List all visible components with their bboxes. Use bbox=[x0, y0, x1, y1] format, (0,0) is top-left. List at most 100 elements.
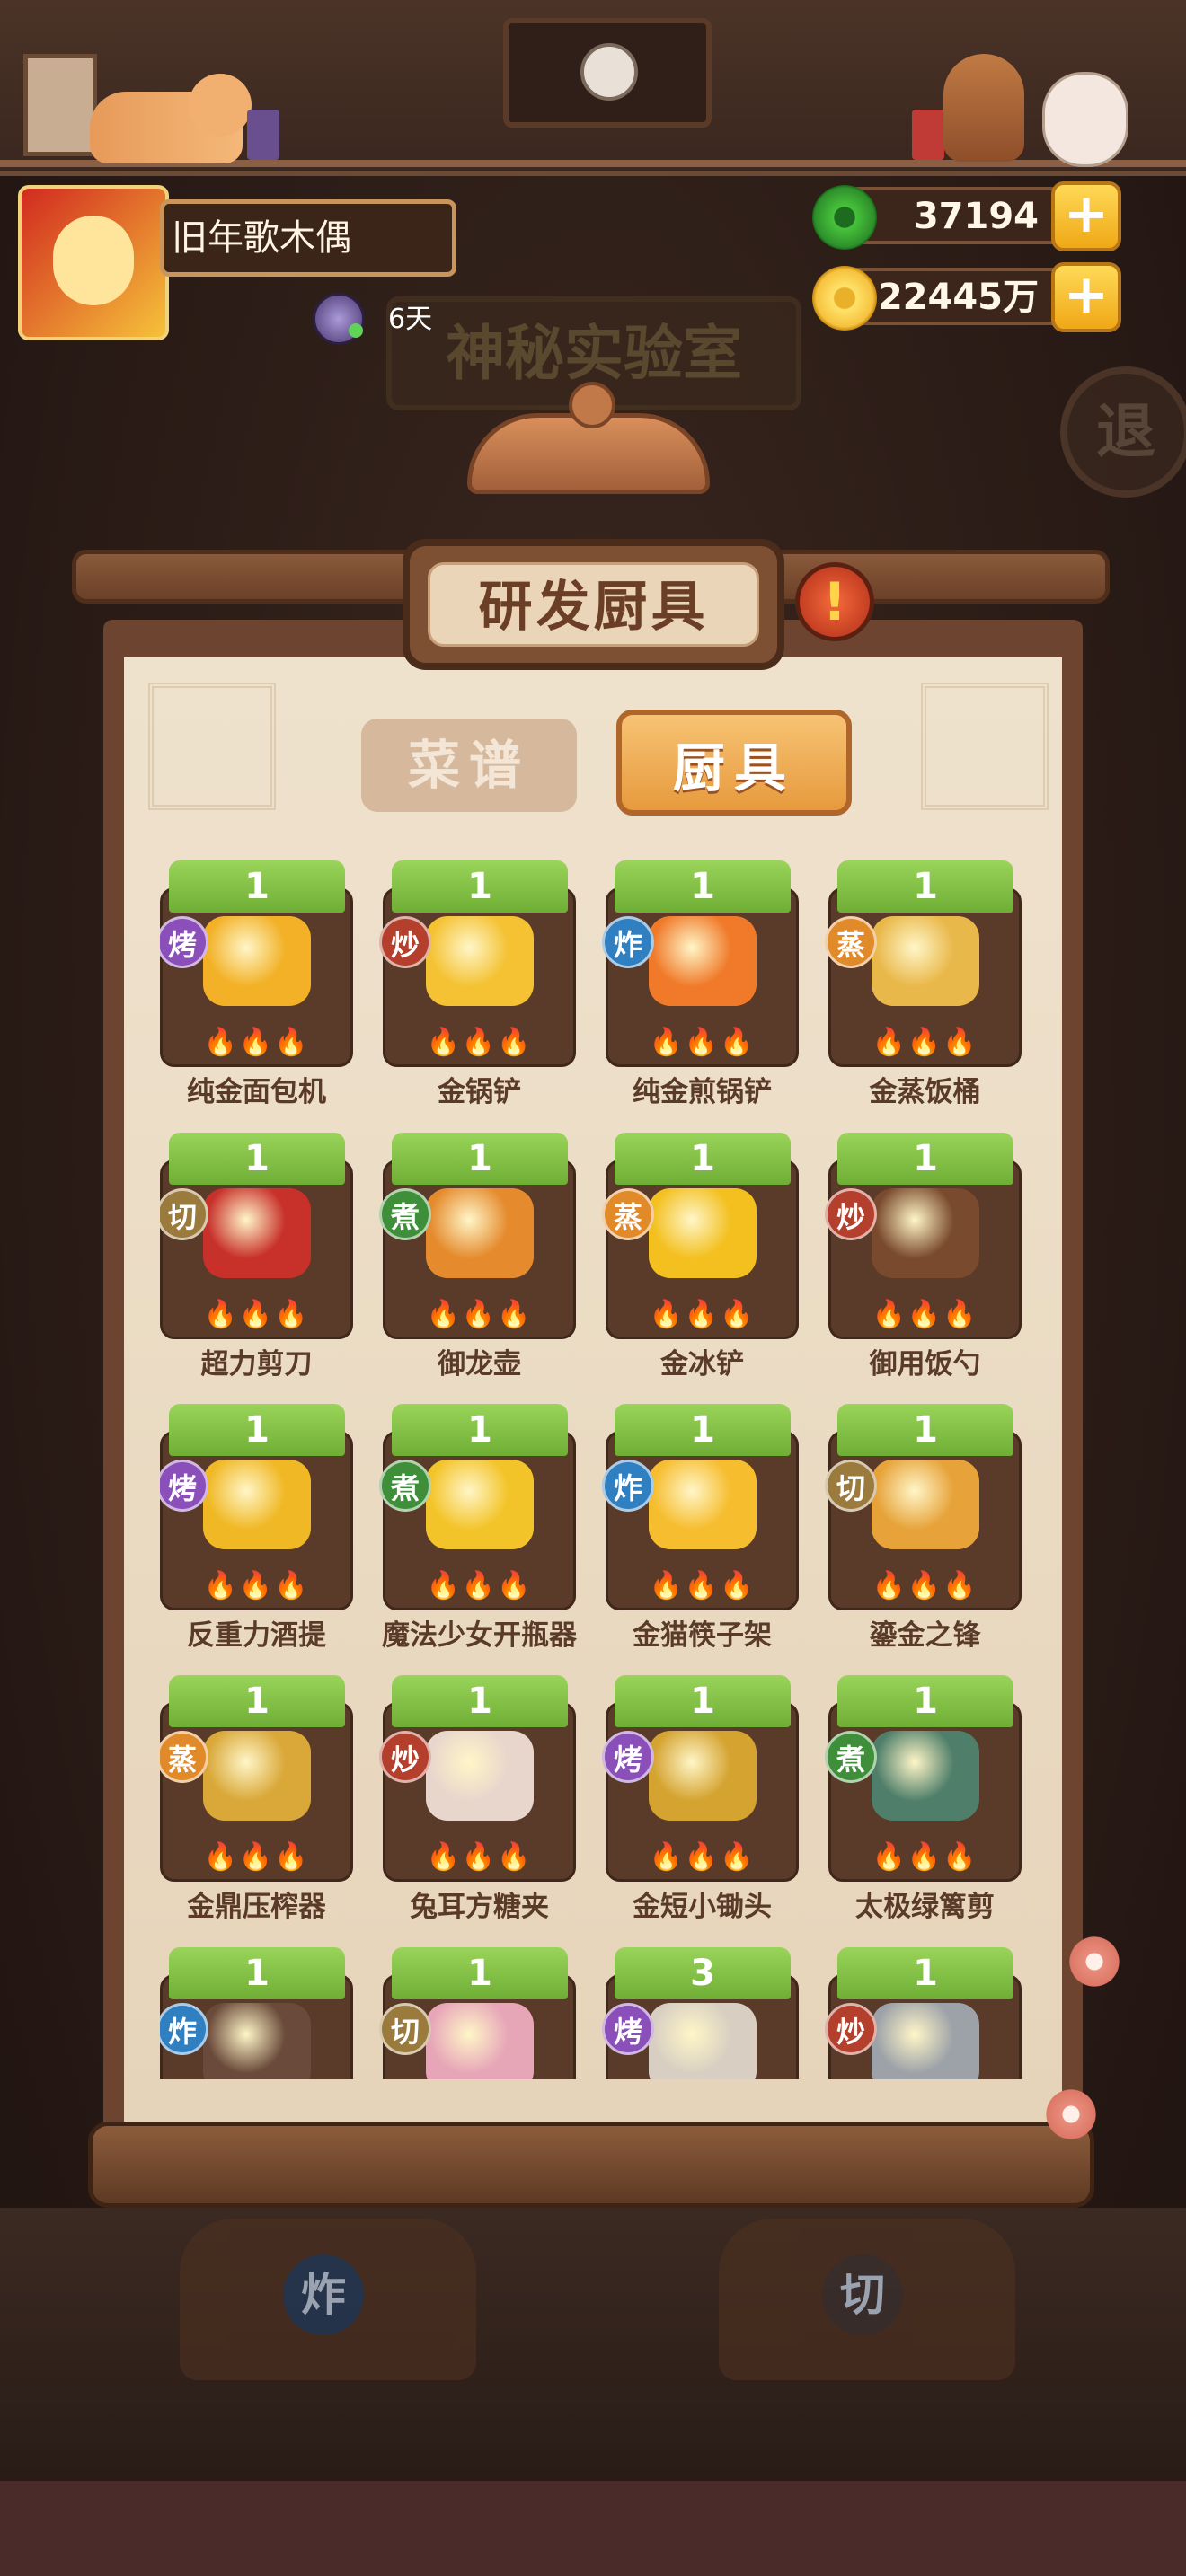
fire-rating-icon: 🔥🔥🔥 bbox=[426, 1299, 533, 1330]
fire-rating-icon: 🔥🔥🔥 bbox=[203, 1027, 310, 1058]
tool-card[interactable]: 1 烤 🔥🔥🔥 反重力酒提 bbox=[160, 1404, 353, 1652]
tool-level: 1 bbox=[169, 860, 345, 913]
tool-name: 金猫筷子架 bbox=[633, 1619, 772, 1652]
status-days: 6天 bbox=[388, 304, 433, 335]
coin-icon bbox=[812, 266, 877, 331]
tool-name: 御龙壶 bbox=[438, 1348, 521, 1381]
fire-rating-icon: 🔥🔥🔥 bbox=[203, 1841, 310, 1873]
tool-grid: 1 烤 🔥🔥🔥 纯金面包机 1 炒 🔥🔥🔥 金锅铲 1 炸 🔥🔥🔥 纯金煎锅铲 1 蒸 🔥🔥🔥 金蒸饭桶 1 切 🔥… bbox=[160, 860, 1031, 2079]
tool-card[interactable]: 1 蒸 🔥🔥🔥 金鼎压榨器 bbox=[160, 1675, 353, 1923]
cook-method-badge: 煮 bbox=[379, 1460, 431, 1512]
tool-card[interactable]: 1 烤 🔥🔥🔥 金短小锄头 bbox=[602, 1675, 799, 1923]
tool-card[interactable]: 1 炸 🔥🔥🔥 金猫筷子架 bbox=[602, 1404, 799, 1652]
cook-method-badge: 切 bbox=[825, 1460, 877, 1512]
tool-level: 1 bbox=[392, 860, 568, 913]
corner-pattern-decoration bbox=[921, 683, 1049, 810]
coin-currency: 22445万 + bbox=[812, 262, 1121, 332]
cup-decoration bbox=[912, 110, 944, 160]
tool-level: 1 bbox=[392, 1675, 568, 1727]
tool-level: 1 bbox=[837, 860, 1013, 913]
tool-card[interactable]: 1 炒 🔥🔥🔥 御用饭勺 bbox=[825, 1133, 1022, 1381]
coin-amount: 22445万 bbox=[877, 277, 1039, 318]
fire-rating-icon: 🔥🔥🔥 bbox=[872, 1299, 978, 1330]
tool-icon bbox=[203, 2003, 311, 2079]
stove-label: 炸 bbox=[283, 2254, 364, 2335]
tool-level: 1 bbox=[837, 1404, 1013, 1456]
tool-card[interactable]: 1 煮 🔥🔥🔥 太极绿篱剪 bbox=[825, 1675, 1022, 1923]
tool-name: 太极绿篱剪 bbox=[855, 1891, 995, 1923]
tool-level: 1 bbox=[169, 1133, 345, 1185]
tool-name: 金鼎压榨器 bbox=[187, 1891, 326, 1923]
cook-method-badge: 切 bbox=[379, 2003, 431, 2055]
cook-method-badge: 煮 bbox=[379, 1188, 431, 1240]
tool-level: 1 bbox=[615, 1133, 791, 1185]
fire-rating-icon: 🔥🔥🔥 bbox=[426, 1841, 533, 1873]
tool-card[interactable]: 1 炒 🔥🔥🔥 金锅铲 bbox=[379, 860, 576, 1108]
tool-card[interactable]: 1 蒸 🔥🔥🔥 金蒸饭桶 bbox=[825, 860, 1022, 1108]
tool-card[interactable]: 1 炸 🔥🔥🔥 纯金煎锅铲 bbox=[602, 860, 799, 1108]
tool-card[interactable]: 1 煮 🔥🔥🔥 御龙壶 bbox=[379, 1133, 576, 1381]
tool-icon bbox=[426, 1188, 534, 1278]
fire-rating-icon: 🔥🔥🔥 bbox=[649, 1841, 756, 1873]
stove-fry[interactable]: 炸 bbox=[180, 2219, 476, 2380]
tool-level: 1 bbox=[169, 1947, 345, 1999]
cat-character[interactable] bbox=[1042, 72, 1128, 167]
info-alert-button[interactable]: ! bbox=[795, 562, 874, 641]
tool-name: 反重力酒提 bbox=[187, 1619, 326, 1652]
tab-recipes[interactable]: 菜谱 bbox=[361, 719, 577, 812]
sleeping-cat-decoration bbox=[90, 74, 252, 163]
jade-currency: 37194 + bbox=[812, 181, 1121, 251]
tool-level: 1 bbox=[615, 1675, 791, 1727]
fire-rating-icon: 🔥🔥🔥 bbox=[426, 1027, 533, 1058]
tool-card[interactable]: 1炸🔥🔥🔥 bbox=[160, 1947, 353, 2079]
tool-card[interactable]: 1 蒸 🔥🔥🔥 金冰铲 bbox=[602, 1133, 799, 1381]
cook-method-badge: 蒸 bbox=[825, 916, 877, 968]
cook-method-badge: 炸 bbox=[602, 916, 654, 968]
tool-level: 1 bbox=[392, 1133, 568, 1185]
tool-name: 金冰铲 bbox=[660, 1348, 744, 1381]
fire-rating-icon: 🔥🔥🔥 bbox=[872, 1570, 978, 1601]
cook-method-badge: 炒 bbox=[825, 1188, 877, 1240]
tool-level: 1 bbox=[615, 1404, 791, 1456]
tool-level: 1 bbox=[615, 860, 791, 913]
tool-icon bbox=[426, 1460, 534, 1549]
tool-name: 纯金煎锅铲 bbox=[633, 1076, 772, 1108]
add-coins-button[interactable]: + bbox=[1051, 262, 1121, 332]
tool-card[interactable]: 3烤🔥🔥🔥 bbox=[602, 1947, 799, 2079]
tool-icon bbox=[649, 2003, 757, 2079]
tool-card[interactable]: 1 烤 🔥🔥🔥 纯金面包机 bbox=[160, 860, 353, 1108]
tool-icon bbox=[203, 1731, 311, 1821]
fire-rating-icon: 🔥🔥🔥 bbox=[649, 1299, 756, 1330]
tool-icon bbox=[649, 916, 757, 1006]
bottom-bar bbox=[0, 2481, 1186, 2576]
scroll-bottom-rod bbox=[88, 2122, 1094, 2208]
stove-cut[interactable]: 切 bbox=[719, 2219, 1015, 2380]
tool-card[interactable]: 1 煮 🔥🔥🔥 魔法少女开瓶器 bbox=[379, 1404, 577, 1652]
fire-rating-icon: 🔥🔥🔥 bbox=[203, 1570, 310, 1601]
chef-character[interactable] bbox=[943, 54, 1024, 162]
online-dot-icon bbox=[349, 323, 363, 338]
tool-name: 金短小锄头 bbox=[633, 1891, 772, 1923]
tool-card[interactable]: 1 炒 🔥🔥🔥 兔耳方糖夹 bbox=[379, 1675, 576, 1923]
cook-method-badge: 炒 bbox=[379, 916, 431, 968]
tab-tools[interactable]: 厨具 bbox=[616, 710, 852, 816]
fire-rating-icon: 🔥🔥🔥 bbox=[872, 1841, 978, 1873]
fire-rating-icon: 🔥🔥🔥 bbox=[426, 1570, 533, 1601]
tool-icon bbox=[872, 2003, 979, 2079]
player-avatar[interactable] bbox=[18, 185, 169, 340]
panel-title-plate: 研发厨具 bbox=[403, 539, 784, 670]
tool-card[interactable]: 1 切 🔥🔥🔥 超力剪刀 bbox=[160, 1133, 353, 1381]
tool-level: 1 bbox=[392, 1947, 568, 1999]
stove-label: 切 bbox=[822, 2254, 903, 2335]
tool-name: 兔耳方糖夹 bbox=[410, 1891, 549, 1923]
tool-card[interactable]: 1 切 🔥🔥🔥 鎏金之锋 bbox=[825, 1404, 1022, 1652]
tool-level: 1 bbox=[169, 1404, 345, 1456]
tool-icon bbox=[203, 916, 311, 1006]
exit-button[interactable]: 退 bbox=[1060, 366, 1186, 498]
add-jade-button[interactable]: + bbox=[1051, 181, 1121, 251]
tool-icon bbox=[649, 1731, 757, 1821]
tool-card[interactable]: 1切🔥🔥🔥 bbox=[379, 1947, 576, 2079]
tool-card[interactable]: 1炒🔥🔥🔥 bbox=[825, 1947, 1022, 2079]
cook-method-badge: 烤 bbox=[602, 1731, 654, 1783]
cook-method-badge: 煮 bbox=[825, 1731, 877, 1783]
